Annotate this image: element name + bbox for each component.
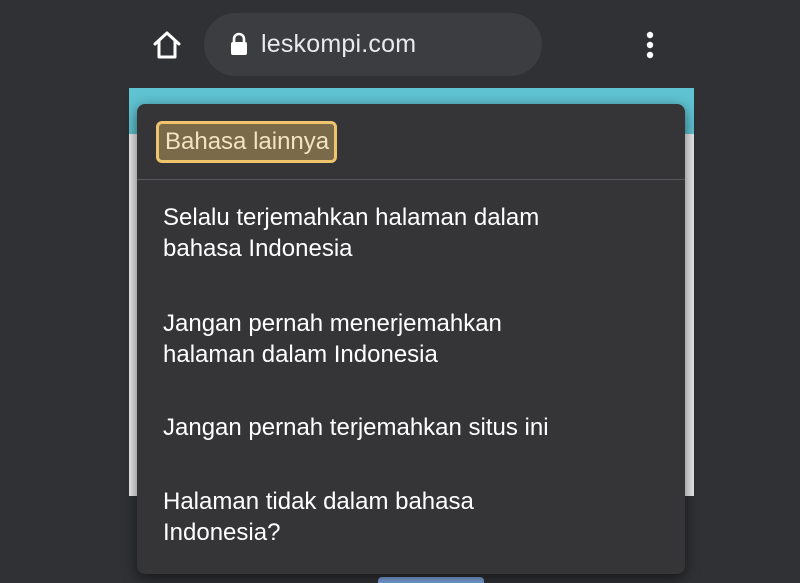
- menu-item-line: bahasa Indonesia: [163, 235, 353, 262]
- menu-item-line: Jangan pernah menerjemahkan: [163, 310, 502, 337]
- menu-item-line: Halaman tidak dalam bahasa: [163, 488, 474, 515]
- more-languages-option[interactable]: Bahasa lainnya: [156, 121, 337, 163]
- menu-item-line: Selalu terjemahkan halaman dalam: [163, 204, 540, 231]
- never-translate-site-option[interactable]: Jangan pernah terjemahkan situs ini: [163, 412, 633, 443]
- never-translate-language-option[interactable]: Jangan pernah menerjemahkan halaman dala…: [163, 308, 633, 370]
- lock-icon: [231, 32, 247, 55]
- menu-divider: [137, 179, 685, 180]
- always-translate-option[interactable]: Selalu terjemahkan halaman dalam bahasa …: [163, 202, 633, 264]
- url-text: leskompi.com: [261, 30, 417, 58]
- home-button[interactable]: [146, 24, 188, 66]
- browser-toolbar: leskompi.com: [0, 0, 800, 88]
- more-options-button[interactable]: [634, 26, 666, 64]
- page-not-in-language-option[interactable]: Halaman tidak dalam bahasa Indonesia?: [163, 486, 633, 548]
- menu-item-line: halaman dalam Indonesia: [163, 341, 438, 368]
- menu-item-line: Indonesia?: [163, 519, 281, 546]
- menu-item-line: Jangan pernah terjemahkan situs ini: [163, 414, 549, 441]
- browser-screen: leskompi.com Bahasa lainnya Selalu terje…: [0, 0, 800, 583]
- more-vert-icon: [646, 31, 654, 59]
- home-icon: [153, 31, 181, 59]
- page-bottom-element: [378, 577, 484, 583]
- translate-options-menu: Bahasa lainnya Selalu terjemahkan halama…: [137, 104, 685, 574]
- address-bar[interactable]: leskompi.com: [204, 13, 542, 76]
